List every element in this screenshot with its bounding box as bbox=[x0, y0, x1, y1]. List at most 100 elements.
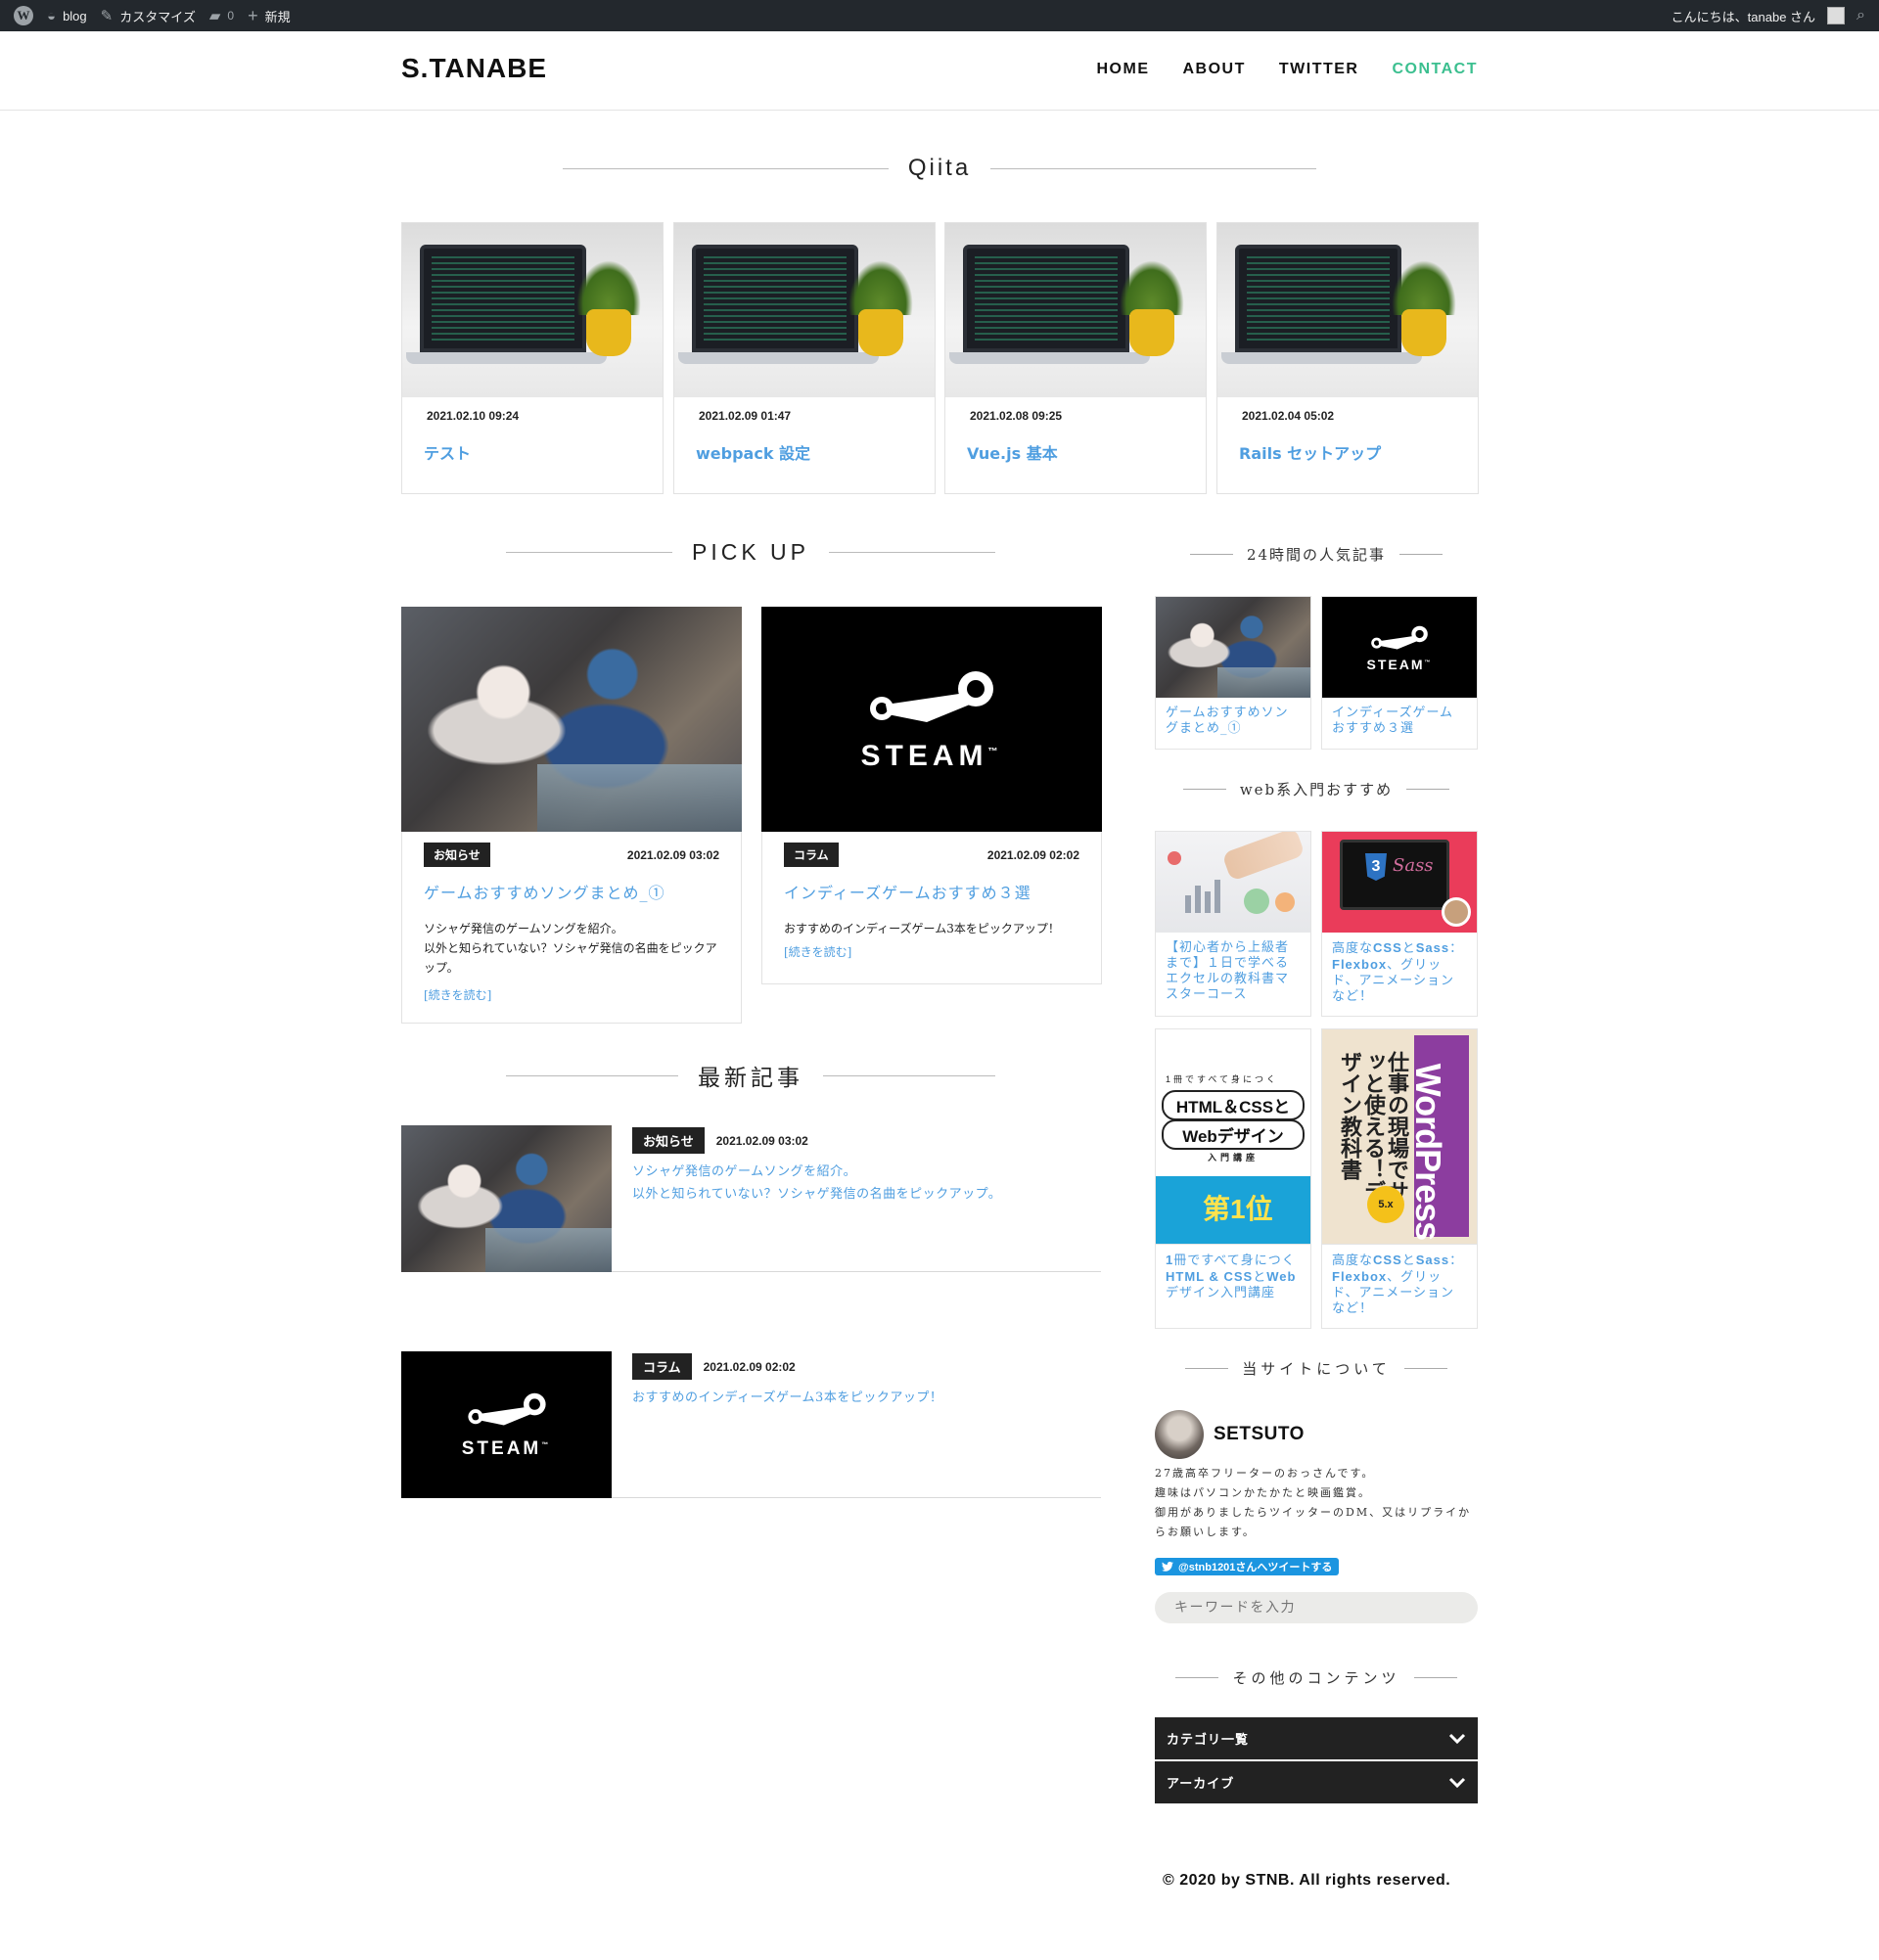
popular-title[interactable]: ゲームおすすめソングまとめ_① bbox=[1156, 698, 1310, 745]
excerpt-line: おすすめのインディーズゲーム3本をピックアップ！ bbox=[632, 1390, 943, 1405]
divider bbox=[506, 552, 672, 553]
book-line2: Webデザイン bbox=[1162, 1119, 1305, 1150]
qiita-date: 2021.02.09 01:47 bbox=[699, 409, 792, 423]
accordion-categories[interactable]: カテゴリ一覧 bbox=[1155, 1717, 1478, 1759]
qiita-heading-text: Qiita bbox=[907, 155, 972, 181]
book-card[interactable]: 1冊ですべて身につく HTML＆CSSと Webデザイン 入門講座 第1位 1冊… bbox=[1155, 1028, 1311, 1329]
accordion-label: アーカイブ bbox=[1167, 1777, 1235, 1792]
admin-new-label: 新規 bbox=[264, 9, 291, 24]
web-heading: web系入門おすすめ bbox=[1155, 779, 1478, 799]
steam-logo-icon bbox=[466, 1390, 548, 1433]
divider bbox=[829, 552, 995, 553]
book-title[interactable]: 高度なCSSとSass：Flexbox、グリッド、アニメーションなど！ bbox=[1322, 1245, 1477, 1325]
admin-avatar[interactable] bbox=[1827, 7, 1846, 24]
pickup-heading: PICK UP bbox=[506, 539, 995, 566]
qiita-date: 2021.02.10 09:24 bbox=[427, 409, 520, 423]
title-text: ： bbox=[1449, 941, 1464, 956]
course-title[interactable]: 【初心者から上級者まで】１日で学べるエクセルの教科書マスターコース bbox=[1156, 933, 1310, 1011]
nav-about[interactable]: ABOUT bbox=[1182, 61, 1245, 78]
latest-date: 2021.02.09 02:02 bbox=[703, 1359, 796, 1374]
footer-copyright: © 2020 by STNB. All rights reserved. bbox=[1163, 1872, 1451, 1889]
latest-item[interactable]: STEAM™ コラム 2021.02.09 02:02 おすすめのインディーズゲ… bbox=[401, 1351, 1101, 1498]
title-bold: Flexbox bbox=[1332, 957, 1388, 972]
course-title[interactable]: 高度なCSSとSass：Flexbox、グリッド、アニメーションなど！ bbox=[1322, 933, 1477, 1013]
qiita-card[interactable]: 2021.02.04 05:02 Rails セットアップ bbox=[1216, 222, 1479, 494]
pickup-title[interactable]: インディーズゲームおすすめ３選 bbox=[784, 880, 1031, 903]
accordion-archive[interactable]: アーカイブ bbox=[1155, 1761, 1478, 1803]
qiita-title[interactable]: テスト bbox=[424, 440, 471, 464]
accordion-label: カテゴリ一覧 bbox=[1167, 1733, 1250, 1748]
popular-card[interactable]: STEAM™ インディーズゲームおすすめ３選 bbox=[1321, 596, 1478, 750]
qiita-date: 2021.02.08 09:25 bbox=[970, 409, 1063, 423]
other-heading-text: その他のコンテンツ bbox=[1232, 1669, 1400, 1687]
admin-comments-link[interactable]: ▰ 0 bbox=[209, 7, 234, 24]
admin-new-link[interactable]: + 新規 bbox=[248, 6, 291, 26]
instructor-avatar bbox=[1442, 897, 1471, 927]
read-more-link[interactable]: [続きを読む] bbox=[424, 985, 719, 1005]
title-bold: 1 bbox=[1166, 1253, 1174, 1267]
admin-site-link[interactable]: ◒ blog bbox=[47, 8, 87, 24]
dashboard-icon: ◒ bbox=[47, 7, 57, 24]
read-more-link[interactable]: [続きを読む] bbox=[784, 942, 1079, 962]
qiita-title[interactable]: Rails セットアップ bbox=[1239, 440, 1381, 464]
admin-customize-link[interactable]: ✎ カスタマイズ bbox=[101, 7, 196, 25]
nav-contact[interactable]: CONTACT bbox=[1392, 61, 1478, 78]
main-nav: HOME ABOUT TWITTER CONTACT bbox=[1096, 61, 1478, 78]
admin-greeting[interactable]: こんにちは、tanabe さん bbox=[1672, 7, 1815, 25]
title-text: と bbox=[1401, 1253, 1416, 1268]
steam-word-text: STEAM bbox=[860, 740, 988, 772]
steam-wordmark: STEAM™ bbox=[462, 1438, 552, 1460]
latest-item[interactable]: お知らせ 2021.02.09 03:02 ソシャゲ発信のゲームソングを紹介。 … bbox=[401, 1125, 1101, 1272]
popular-heading: 24時間の人気記事 bbox=[1155, 544, 1478, 565]
pickup-card[interactable]: お知らせ 2021.02.09 03:02 ゲームおすすめソングまとめ_① ソシ… bbox=[401, 607, 742, 1024]
latest-heading-text: 最新記事 bbox=[698, 1066, 803, 1091]
category-tag[interactable]: コラム bbox=[632, 1353, 692, 1380]
divider bbox=[1406, 789, 1450, 790]
admin-site-label: blog bbox=[63, 8, 87, 23]
anime-thumbnail bbox=[1156, 597, 1310, 698]
divider bbox=[990, 167, 1317, 169]
admin-comments-count: 0 bbox=[227, 9, 235, 23]
tweet-button[interactable]: @stnb1201さんへツイートする bbox=[1155, 1558, 1340, 1575]
trademark: ™ bbox=[1424, 659, 1433, 665]
qiita-title[interactable]: Vue.js 基本 bbox=[967, 440, 1058, 464]
steam-wordmark: STEAM™ bbox=[1367, 657, 1433, 672]
latest-excerpt[interactable]: おすすめのインディーズゲーム3本をピックアップ！ bbox=[632, 1387, 942, 1409]
category-tag[interactable]: お知らせ bbox=[424, 843, 490, 867]
laptop-thumbnail bbox=[945, 223, 1206, 397]
qiita-card[interactable]: 2021.02.08 09:25 Vue.js 基本 bbox=[944, 222, 1207, 494]
book-title[interactable]: 1冊ですべて身につくHTML & CSSとWeb デザイン入門講座 bbox=[1156, 1245, 1310, 1309]
title-bold: Sass bbox=[1415, 1253, 1450, 1267]
title-bold: CSS bbox=[1373, 940, 1402, 955]
wordpress-book-cover: 仕事の現場でサッと使える！デザイン教科書 WordPress 5.x bbox=[1322, 1029, 1477, 1245]
other-heading: その他のコンテンツ bbox=[1155, 1667, 1478, 1688]
latest-excerpt[interactable]: ソシャゲ発信のゲームソングを紹介。 以外と知られていない？ソシャゲ発信の名曲をピ… bbox=[632, 1161, 1001, 1206]
pickup-card[interactable]: STEAM™ コラム 2021.02.09 02:02 インディーズゲームおすす… bbox=[761, 607, 1102, 984]
qiita-title[interactable]: webpack 設定 bbox=[696, 440, 810, 464]
course-card[interactable]: 【初心者から上級者まで】１日で学べるエクセルの教科書マスターコース bbox=[1155, 831, 1311, 1017]
book-badge: 5.x bbox=[1367, 1186, 1404, 1223]
site-logo[interactable]: S.TANABE bbox=[401, 53, 547, 84]
qiita-card[interactable]: 2021.02.10 09:24 テスト bbox=[401, 222, 664, 494]
wordpress-logo-menu[interactable]: W bbox=[14, 6, 33, 25]
pickup-date: 2021.02.09 03:02 bbox=[626, 847, 719, 862]
pickup-title[interactable]: ゲームおすすめソングまとめ_① bbox=[424, 880, 665, 903]
steam-logo-icon bbox=[1370, 623, 1429, 655]
search-input[interactable] bbox=[1155, 1592, 1478, 1623]
search-icon[interactable]: ⌕ bbox=[1856, 7, 1865, 24]
divider bbox=[506, 1074, 678, 1076]
popular-title[interactable]: インディーズゲームおすすめ３選 bbox=[1322, 698, 1477, 745]
category-tag[interactable]: コラム bbox=[784, 843, 839, 867]
popular-card[interactable]: ゲームおすすめソングまとめ_① bbox=[1155, 596, 1311, 750]
laptop-thumbnail bbox=[674, 223, 935, 397]
steam-thumbnail: STEAM™ bbox=[401, 1351, 612, 1498]
book-card[interactable]: 仕事の現場でサッと使える！デザイン教科書 WordPress 5.x 高度なCS… bbox=[1321, 1028, 1478, 1329]
title-bold: Flexbox bbox=[1332, 1269, 1388, 1284]
nav-twitter[interactable]: TWITTER bbox=[1279, 61, 1359, 78]
nav-home[interactable]: HOME bbox=[1096, 61, 1149, 78]
course-card[interactable]: 3 Sass 高度なCSSとSass：Flexbox、グリッド、アニメーションな… bbox=[1321, 831, 1478, 1017]
author-name: SETSUTO bbox=[1214, 1424, 1305, 1444]
category-tag[interactable]: お知らせ bbox=[632, 1127, 705, 1154]
steam-thumbnail: STEAM™ bbox=[1322, 597, 1477, 698]
qiita-card[interactable]: 2021.02.09 01:47 webpack 設定 bbox=[673, 222, 936, 494]
